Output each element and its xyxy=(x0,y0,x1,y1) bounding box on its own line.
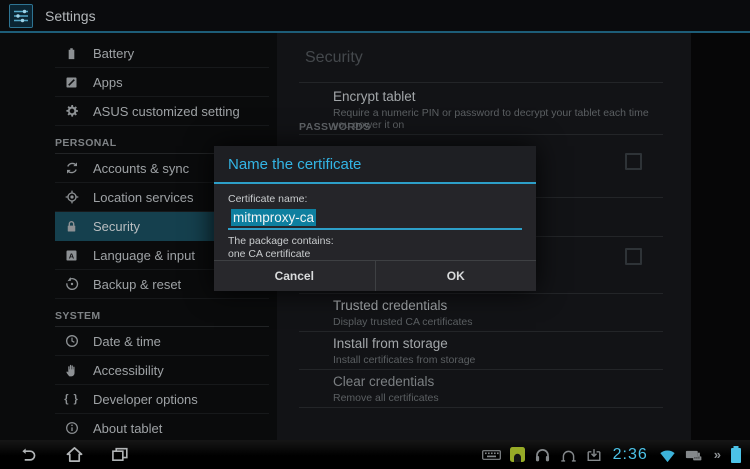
dialog-body: Certificate name: mitmproxy-ca The packa… xyxy=(214,184,536,261)
hidden-row-checkbox-2[interactable] xyxy=(625,248,642,265)
clock-time: 2:36 xyxy=(613,446,648,464)
pref-title: Clear credentials xyxy=(333,374,655,389)
divider xyxy=(299,134,663,135)
row-trusted-credentials[interactable]: Trusted credentials Display trusted CA c… xyxy=(333,298,655,328)
sidebar-item-developer-options[interactable]: { } Developer options xyxy=(55,385,269,414)
sidebar-item-label: Location services xyxy=(93,190,193,205)
settings-app-icon xyxy=(9,4,33,28)
sidebar-item-accessibility[interactable]: Accessibility xyxy=(55,356,269,385)
sidebar-item-label: Accounts & sync xyxy=(93,161,189,176)
sidebar-item-label: Backup & reset xyxy=(93,277,181,292)
sidebar-item-date-time[interactable]: Date & time xyxy=(55,327,269,356)
braces-icon: { } xyxy=(63,391,80,408)
backup-icon xyxy=(63,276,80,293)
clock-icon xyxy=(63,333,80,350)
recent-apps-button[interactable] xyxy=(110,446,130,464)
gear-icon xyxy=(63,103,80,120)
sidebar-item-label: Battery xyxy=(93,46,134,61)
name-certificate-dialog: Name the certificate Certificate name: m… xyxy=(214,146,536,291)
home-button[interactable] xyxy=(64,446,84,464)
sidebar-item-label: Accessibility xyxy=(93,363,164,378)
ok-button[interactable]: OK xyxy=(375,261,537,291)
pref-title: Encrypt tablet xyxy=(333,89,655,104)
info-icon xyxy=(63,420,80,437)
location-icon xyxy=(63,189,80,206)
package-contains-label: The package contains: xyxy=(228,235,522,248)
divider xyxy=(299,407,663,408)
pref-subtitle: Display trusted CA certificates xyxy=(333,316,655,328)
divider xyxy=(299,369,663,370)
pref-subtitle: Install certificates from storage xyxy=(333,354,655,366)
cancel-button[interactable]: Cancel xyxy=(214,261,375,291)
sidebar-item-label: Apps xyxy=(93,75,123,90)
pref-subtitle: Require a numeric PIN or password to dec… xyxy=(333,107,655,131)
usb-debugging-android-icon xyxy=(510,447,525,462)
hand-icon xyxy=(63,362,80,379)
language-icon: A xyxy=(63,247,80,264)
sidebar-item-apps[interactable]: Apps xyxy=(55,68,269,97)
divider xyxy=(299,293,663,294)
dialog-button-bar: Cancel OK xyxy=(214,260,536,291)
row-encrypt-tablet[interactable]: Encrypt tablet Require a numeric PIN or … xyxy=(333,89,655,131)
selected-input-text: mitmproxy-ca xyxy=(231,209,316,226)
keyboard-icon xyxy=(482,448,501,461)
sidebar-section-system: SYSTEM xyxy=(55,299,269,327)
sync-icon xyxy=(63,160,80,177)
sidebar-item-label: ASUS customized setting xyxy=(93,104,240,119)
lock-icon xyxy=(63,218,80,235)
sidebar-item-asus-customized-setting[interactable]: ASUS customized setting xyxy=(55,97,269,126)
dock-battery-icon xyxy=(685,447,705,462)
sidebar-item-label: Developer options xyxy=(93,392,198,407)
system-bar: 2:36 » xyxy=(0,440,750,469)
status-tray[interactable]: 2:36 » xyxy=(482,446,742,464)
row-clear-credentials[interactable]: Clear credentials Remove all certificate… xyxy=(333,374,655,404)
page-title: Security xyxy=(305,49,363,67)
sidebar-item-label: Language & input xyxy=(93,248,195,263)
chevrons-icon: » xyxy=(714,447,721,462)
sidebar-item-about-tablet[interactable]: About tablet xyxy=(55,414,269,443)
svg-text:A: A xyxy=(69,251,75,260)
section-passwords: PASSWORDS xyxy=(299,121,371,133)
headset-icon xyxy=(534,447,551,463)
pref-title: Install from storage xyxy=(333,336,655,351)
dialog-title: Name the certificate xyxy=(214,146,536,182)
apps-icon xyxy=(63,74,80,91)
sidebar-item-label: Security xyxy=(93,219,140,234)
divider xyxy=(299,331,663,332)
hidden-row-checkbox-1[interactable] xyxy=(625,153,642,170)
battery-icon xyxy=(730,446,742,463)
divider xyxy=(299,82,663,83)
certificate-name-input[interactable]: mitmproxy-ca xyxy=(228,208,522,230)
pref-title: Trusted credentials xyxy=(333,298,655,313)
pref-subtitle: Remove all certificates xyxy=(333,392,655,404)
wifi-icon xyxy=(659,447,676,463)
certificate-name-label: Certificate name: xyxy=(228,193,522,205)
row-install-from-storage[interactable]: Install from storage Install certificate… xyxy=(333,336,655,366)
action-bar: Settings xyxy=(0,0,750,33)
app-title: Settings xyxy=(45,8,96,24)
sidebar-item-battery[interactable]: Battery xyxy=(55,39,269,68)
tablet-screen: Settings Battery Apps ASUS customize xyxy=(0,0,750,469)
install-notification-icon xyxy=(586,447,602,462)
nav-buttons xyxy=(18,446,130,464)
headphones-icon xyxy=(560,447,577,463)
battery-icon xyxy=(63,45,80,62)
back-button[interactable] xyxy=(18,446,38,464)
sidebar-item-label: About tablet xyxy=(93,421,162,436)
sidebar-item-label: Date & time xyxy=(93,334,161,349)
